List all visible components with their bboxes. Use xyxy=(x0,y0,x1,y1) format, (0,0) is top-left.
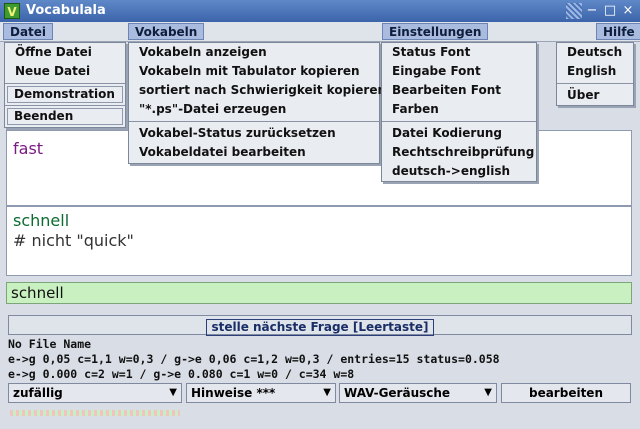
menu-item-tabulator-kopieren[interactable]: Vokabeln mit Tabulator kopieren xyxy=(129,62,379,81)
menu-item-bearbeiten-font[interactable]: Bearbeiten Font xyxy=(382,81,536,100)
file-name-status: No File Name xyxy=(8,337,92,351)
menu-item-sortiert-kopieren[interactable]: sortiert nach Schwierigkeit kopieren xyxy=(129,81,386,100)
menu-item-farben[interactable]: Farben xyxy=(382,100,536,119)
menu-item-status-zuruecksetzen[interactable]: Vokabel-Status zurücksetzen xyxy=(129,124,379,143)
answer-word: schnell xyxy=(13,211,70,230)
close-button[interactable]: × xyxy=(620,3,636,19)
menu-item-deutsch[interactable]: Deutsch xyxy=(557,43,633,62)
status-pattern-bar xyxy=(10,410,180,416)
chevron-down-icon: ▼ xyxy=(484,387,492,398)
maximize-button[interactable]: □ xyxy=(602,3,618,19)
answer-note: # nicht "quick" xyxy=(13,231,134,250)
menu-item-rechtschreibpruefung[interactable]: Rechtschreibprüfung xyxy=(382,143,536,162)
menu-separator xyxy=(129,121,379,122)
menu-hilfe[interactable]: Hilfe xyxy=(596,23,640,40)
menu-separator xyxy=(382,121,536,122)
answer-input[interactable]: schnell xyxy=(6,282,632,304)
menu-item-vokabeldatei-bearbeiten[interactable]: Vokabeldatei bearbeiten xyxy=(129,143,379,162)
menu-separator xyxy=(5,105,125,106)
einstellungen-dropdown: Status Font Eingabe Font Bearbeiten Font… xyxy=(381,42,537,182)
title-pattern-icon xyxy=(566,3,582,19)
minimize-button[interactable]: − xyxy=(584,3,600,19)
edit-button[interactable]: bearbeiten xyxy=(501,383,631,403)
menu-separator xyxy=(557,83,633,84)
sounds-select[interactable]: WAV-Geräusche ▼ xyxy=(339,383,497,403)
menu-item-neue-datei[interactable]: Neue Datei xyxy=(5,62,125,81)
menu-bar: Datei Vokabeln Einstellungen Hilfe xyxy=(0,22,640,42)
datei-dropdown: Öffne Datei Neue Datei Demonstration Bee… xyxy=(4,42,126,128)
question-text: fast xyxy=(13,139,44,158)
hints-select[interactable]: Hinweise *** ▼ xyxy=(186,383,336,403)
menu-einstellungen[interactable]: Einstellungen xyxy=(382,23,489,40)
menu-item-oeffne-datei[interactable]: Öffne Datei xyxy=(5,43,125,62)
menu-vokabeln[interactable]: Vokabeln xyxy=(128,23,205,40)
sounds-select-value: WAV-Geräusche xyxy=(344,386,451,400)
stats-line-1: e->g 0,05 c=1,1 w=0,3 / g->e 0,06 c=1,2 … xyxy=(8,352,500,366)
answer-panel: schnell # nicht "quick" xyxy=(6,206,632,276)
menu-item-deutsch-english[interactable]: deutsch->english xyxy=(382,162,536,181)
title-bar: V Vocabulala − □ × xyxy=(0,0,640,22)
stats-line-2: e->g 0.000 c=2 w=1 / g->e 0.080 c=1 w=0 … xyxy=(8,367,355,381)
menu-item-datei-kodierung[interactable]: Datei Kodierung xyxy=(382,124,536,143)
hilfe-dropdown: Deutsch English Über xyxy=(556,42,634,106)
menu-datei[interactable]: Datei xyxy=(3,23,54,40)
vokabeln-dropdown: Vokabeln anzeigen Vokabeln mit Tabulator… xyxy=(128,42,386,164)
order-select-value: zufällig xyxy=(13,386,63,400)
menu-item-ueber[interactable]: Über xyxy=(557,86,633,105)
menu-separator xyxy=(5,83,125,84)
menu-item-beenden[interactable]: Beenden xyxy=(7,108,123,125)
menu-item-ps-datei[interactable]: "*.ps"-Datei erzeugen xyxy=(129,100,379,119)
menu-item-status-font[interactable]: Status Font xyxy=(382,43,536,62)
next-question-button[interactable]: stelle nächste Frage [Leertaste] xyxy=(8,315,632,336)
menu-item-vokabeln-anzeigen[interactable]: Vokabeln anzeigen xyxy=(129,43,379,62)
order-select[interactable]: zufällig ▼ xyxy=(8,383,182,403)
menu-item-english[interactable]: English xyxy=(557,62,633,81)
chevron-down-icon: ▼ xyxy=(323,387,331,398)
window-title: Vocabulala xyxy=(26,3,106,18)
app-icon: V xyxy=(4,3,20,19)
chevron-down-icon: ▼ xyxy=(169,387,177,398)
menu-item-demonstration[interactable]: Demonstration xyxy=(7,86,123,103)
hints-select-value: Hinweise *** xyxy=(191,386,276,400)
menu-item-eingabe-font[interactable]: Eingabe Font xyxy=(382,62,536,81)
next-question-label: stelle nächste Frage [Leertaste] xyxy=(206,319,434,336)
